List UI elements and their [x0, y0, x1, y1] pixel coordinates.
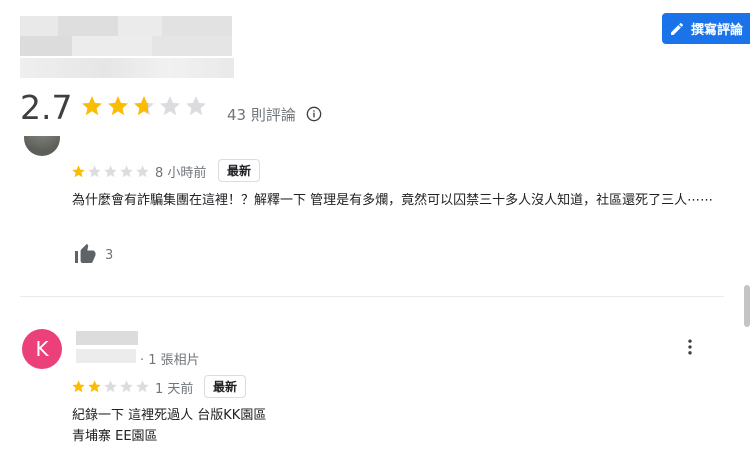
star-icon: [72, 380, 85, 393]
newest-badge: 最新: [218, 159, 261, 182]
review-time: 1 天前: [155, 382, 194, 397]
star-icon: [104, 380, 117, 393]
place-title-blurred: [20, 16, 232, 56]
overall-rating: 2.7: [20, 88, 73, 127]
more-vert-icon[interactable]: [680, 337, 700, 357]
star-icon: [88, 165, 101, 178]
review-star-rating: [71, 164, 150, 179]
star-icon: [120, 380, 133, 393]
scrollbar[interactable]: [744, 285, 750, 327]
star-icon: [186, 96, 206, 116]
pencil-icon: [670, 22, 683, 35]
star-icon: [136, 165, 149, 178]
review-text-line2: 青埔寨 EE園區: [72, 429, 158, 444]
review-time: 8 小時前: [155, 166, 207, 181]
star-icon: [72, 165, 85, 178]
write-review-label: 撰寫評論: [690, 23, 743, 38]
review-text: 為什麼會有詐騙集團在這裡！？解釋一下 管理是有多爛，竟然可以囚禁三十多人沒人知道…: [72, 193, 714, 208]
review-divider: [20, 296, 724, 297]
star-icon: [108, 96, 128, 116]
star-icon: [104, 165, 117, 178]
thumbs-up-icon[interactable]: [73, 242, 97, 266]
info-icon[interactable]: [306, 106, 322, 122]
star-icon: [120, 165, 133, 178]
like-count: 3: [105, 248, 114, 263]
write-review-button[interactable]: 撰寫評論: [662, 13, 750, 44]
reviewer-name-blurred[interactable]: [76, 331, 138, 345]
star-icon: [136, 380, 149, 393]
reviewer-avatar[interactable]: K: [22, 329, 62, 369]
review-count: 43 則評論: [227, 106, 296, 124]
photo-count: · 1 張相片: [140, 353, 200, 368]
reviewer-info-blurred: [76, 349, 136, 363]
place-subtitle-blurred: [20, 58, 234, 78]
star-icon: [88, 380, 101, 393]
review-star-rating: [71, 379, 150, 394]
review-text-line1: 紀錄一下 這裡死過人 台版KK園區: [72, 408, 267, 423]
overall-star-rating: [80, 94, 208, 118]
star-icon: [134, 96, 154, 116]
star-icon: [82, 96, 102, 116]
newest-badge: 最新: [204, 375, 247, 398]
star-icon: [160, 96, 180, 116]
